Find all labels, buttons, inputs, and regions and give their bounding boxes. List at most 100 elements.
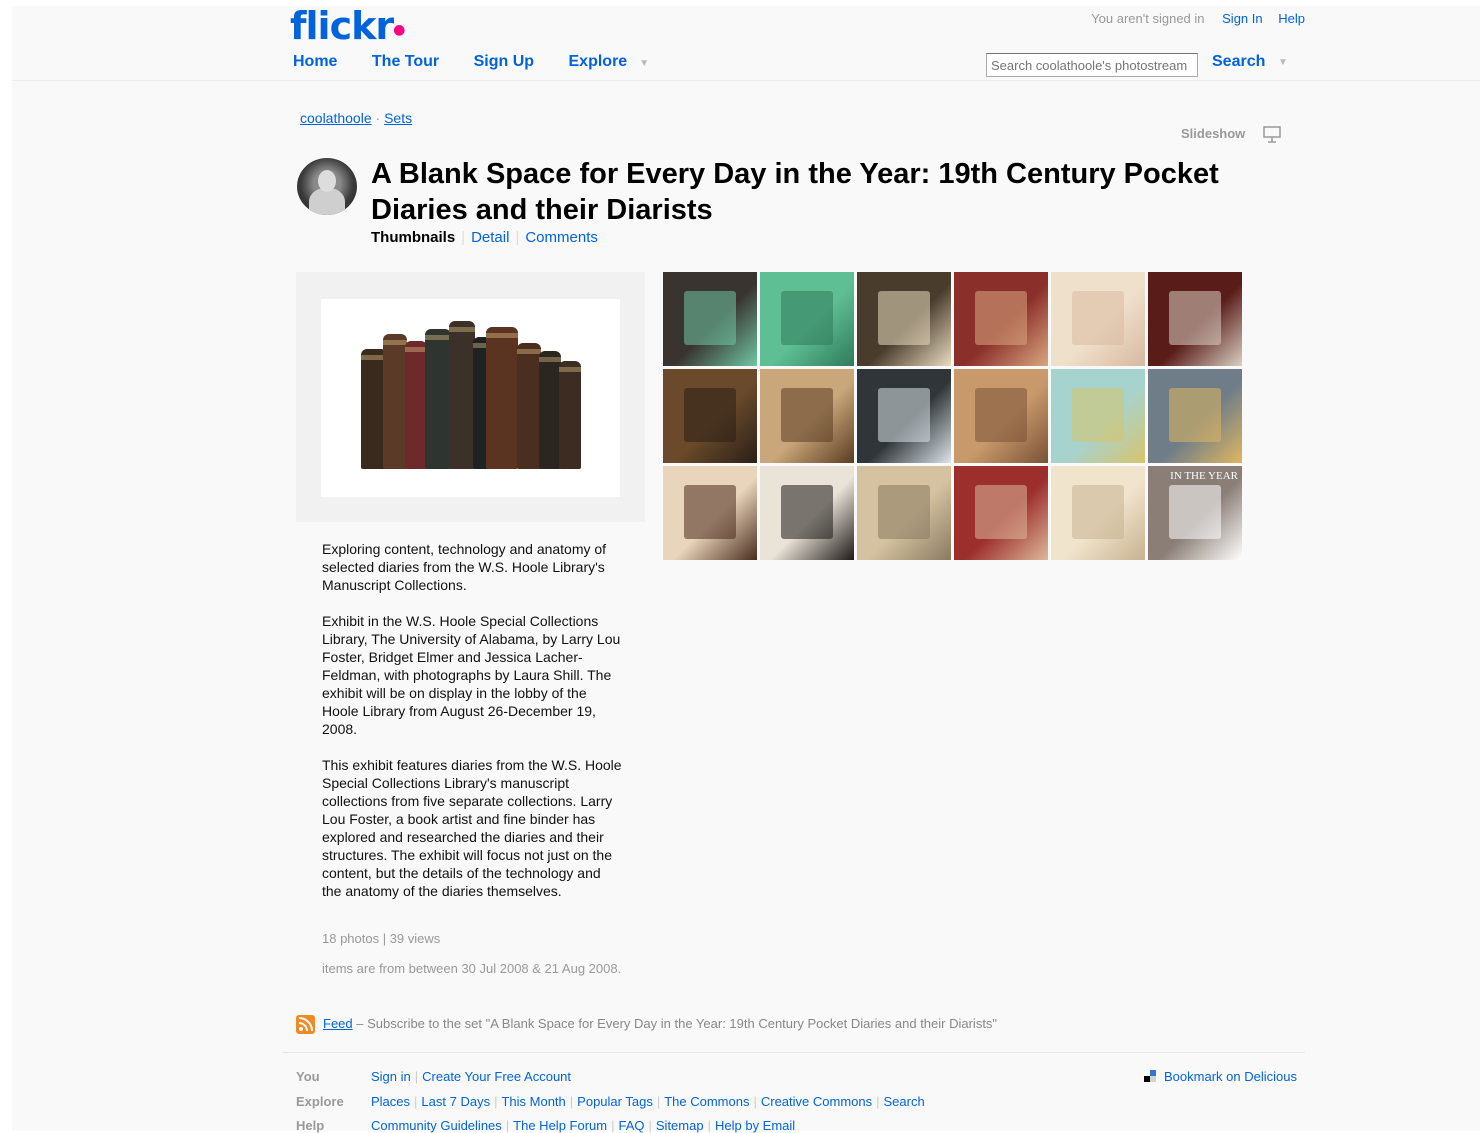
- set-thumbnail[interactable]: [1148, 369, 1242, 463]
- set-view-tabs: Thumbnails | Detail | Comments: [371, 229, 598, 246]
- avatar-figure-face: [318, 170, 336, 192]
- set-thumbnail[interactable]: [760, 466, 854, 560]
- description-paragraph: Exhibit in the W.S. Hoole Special Collec…: [322, 613, 621, 737]
- set-primary-photo[interactable]: [296, 272, 645, 522]
- footer-link-the-commons[interactable]: The Commons: [664, 1094, 749, 1109]
- primary-photo-image: [321, 299, 620, 497]
- set-thumbnail[interactable]: [1148, 272, 1242, 366]
- breadcrumb-user-link[interactable]: coolathoole: [300, 110, 372, 126]
- thumbnail-detail: [877, 290, 931, 346]
- tab-separator: |: [461, 229, 466, 246]
- set-thumbnail[interactable]: [760, 272, 854, 366]
- footer-link-search[interactable]: Search: [884, 1094, 925, 1109]
- tab-thumbnails[interactable]: Thumbnails: [371, 229, 455, 246]
- nav-the-tour[interactable]: The Tour: [372, 53, 439, 70]
- description-paragraph: Exploring content, technology and anatom…: [322, 541, 607, 593]
- footer-link-creative-commons[interactable]: Creative Commons: [761, 1094, 872, 1109]
- avatar-figure-body: [309, 188, 345, 215]
- set-thumbnail[interactable]: [1051, 272, 1145, 366]
- explore-dropdown-icon[interactable]: ▼: [639, 58, 649, 69]
- sign-in-link[interactable]: Sign In: [1222, 11, 1262, 26]
- set-date-range: items are from between 30 Jul 2008 & 21 …: [322, 961, 622, 976]
- footer-pipe: |: [414, 1094, 418, 1109]
- set-thumbnail[interactable]: [1051, 466, 1145, 560]
- breadcrumb: coolathoole · Sets: [300, 110, 412, 126]
- tab-detail[interactable]: Detail: [471, 229, 509, 246]
- thumbnail-detail: [1168, 387, 1222, 443]
- delicious-icon: [1144, 1070, 1156, 1082]
- set-thumbnail[interactable]: [857, 272, 951, 366]
- footer-label: You: [296, 1069, 320, 1084]
- footer-pipe: |: [876, 1094, 880, 1109]
- footer-link-places[interactable]: Places: [371, 1094, 410, 1109]
- book-spine: [517, 343, 541, 469]
- footer-link-this-month[interactable]: This Month: [501, 1094, 565, 1109]
- search-button[interactable]: Search: [1212, 53, 1265, 71]
- footer-pipe: |: [753, 1094, 757, 1109]
- book-spine: [405, 341, 427, 469]
- help-link[interactable]: Help: [1278, 11, 1305, 26]
- nav-sign-up[interactable]: Sign Up: [474, 53, 534, 70]
- nav-explore[interactable]: Explore: [569, 53, 628, 70]
- footer-link-create-account[interactable]: Create Your Free Account: [422, 1069, 571, 1084]
- header-divider: [12, 80, 1480, 81]
- set-thumbnail[interactable]: [663, 369, 757, 463]
- user-avatar[interactable]: [297, 158, 357, 215]
- flickr-logo[interactable]: flickr●: [290, 4, 405, 48]
- footer-divider: [283, 1052, 1305, 1053]
- set-thumbnail[interactable]: [1051, 369, 1145, 463]
- footer-pipe: |: [656, 1094, 661, 1109]
- main-nav: Home The Tour Sign Up Explore ▼: [293, 53, 654, 71]
- thumbnail-detail: [1071, 290, 1125, 346]
- set-thumbnail[interactable]: [954, 272, 1048, 366]
- thumbnail-detail: [1071, 484, 1125, 540]
- footer-link-sign-in[interactable]: Sign in: [371, 1069, 411, 1084]
- footer-label: Explore: [296, 1094, 344, 1109]
- set-thumbnail[interactable]: [857, 369, 951, 463]
- footer-row-you: You Sign in | Create Your Free Account: [296, 1069, 571, 1084]
- thumbnail-detail: [780, 484, 834, 540]
- slideshow-label[interactable]: Slideshow: [1181, 126, 1245, 141]
- set-thumbnail[interactable]: [954, 369, 1048, 463]
- bookmark-delicious[interactable]: Bookmark on Delicious: [1144, 1069, 1297, 1084]
- thumbnail-detail: [683, 484, 737, 540]
- rss-feed-icon[interactable]: [296, 1015, 315, 1034]
- footer-pipe: |: [414, 1069, 419, 1084]
- photostream-search-input[interactable]: [986, 53, 1198, 77]
- breadcrumb-sets-link[interactable]: Sets: [384, 110, 412, 126]
- set-thumbnail[interactable]: [663, 466, 757, 560]
- signed-out-status: You aren't signed in: [1091, 11, 1205, 26]
- set-thumbnail[interactable]: [857, 466, 951, 560]
- tab-separator: |: [515, 229, 520, 246]
- set-thumbnail[interactable]: [954, 466, 1048, 560]
- feed-bar: Feed – Subscribe to the set "A Blank Spa…: [296, 1015, 997, 1034]
- nav-home[interactable]: Home: [293, 53, 337, 70]
- set-thumbnail[interactable]: [663, 272, 757, 366]
- slideshow-icon[interactable]: [1262, 124, 1282, 144]
- footer-pipe: |: [569, 1094, 574, 1109]
- set-thumbnail[interactable]: IN THE YEAR: [1148, 466, 1242, 560]
- feed-subscribe-text: – Subscribe to the set "A Blank Space fo…: [356, 1015, 998, 1031]
- thumbnail-detail: [1071, 387, 1125, 443]
- delicious-link[interactable]: Bookmark on Delicious: [1164, 1069, 1297, 1084]
- account-bar: You aren't signed in Sign In Help: [1091, 11, 1305, 26]
- footer-link-popular-tags[interactable]: Popular Tags: [577, 1094, 653, 1109]
- footer-link-last-7-days[interactable]: Last 7 Days: [421, 1094, 490, 1109]
- book-spine: [539, 351, 561, 469]
- book-spine: [425, 329, 451, 469]
- book-spine: [383, 334, 407, 469]
- set-description: Exploring content, technology and anatom…: [322, 540, 622, 918]
- logo-text: flickr: [290, 4, 394, 48]
- feed-link[interactable]: Feed: [323, 1016, 353, 1031]
- thumbnail-detail: [877, 387, 931, 443]
- book-spine: [449, 321, 475, 469]
- logo-dot: ●: [393, 22, 405, 38]
- search-dropdown-icon[interactable]: ▼: [1278, 57, 1288, 68]
- thumbnail-caption: IN THE YEAR: [1170, 470, 1238, 482]
- thumbnail-detail: [683, 387, 737, 443]
- set-thumbnail[interactable]: [760, 369, 854, 463]
- thumbnail-detail: [974, 484, 1028, 540]
- thumbnail-detail: [683, 290, 737, 346]
- tab-comments[interactable]: Comments: [525, 229, 598, 246]
- set-title: A Blank Space for Every Day in the Year:…: [371, 158, 1219, 226]
